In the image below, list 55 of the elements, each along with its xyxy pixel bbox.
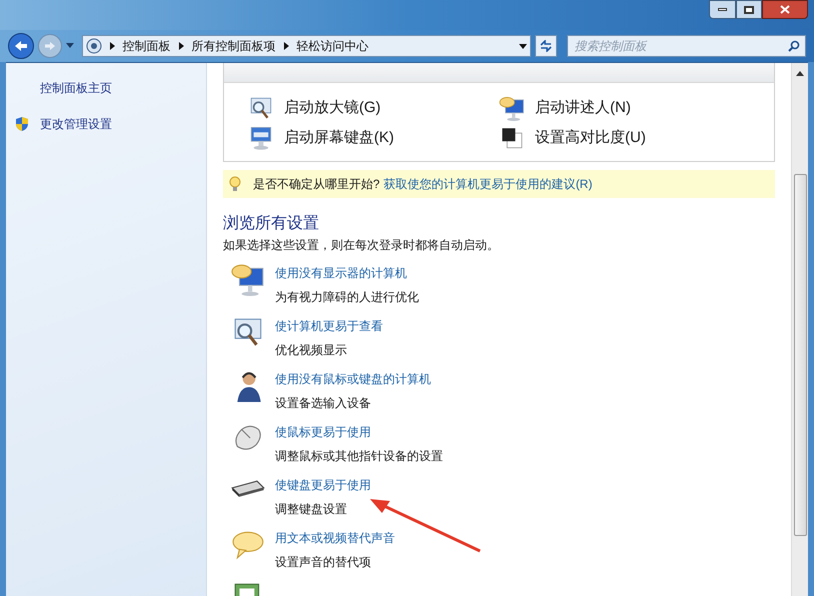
setting-description: 调整鼠标或其他指针设备的设置 — [275, 448, 443, 465]
maximize-button[interactable] — [736, 0, 762, 19]
address-dropdown-icon[interactable] — [519, 44, 528, 48]
setting-link[interactable]: 用文本或视频替代声音 — [275, 529, 395, 547]
forward-arrow-icon — [44, 41, 56, 51]
close-icon — [780, 5, 790, 14]
shield-icon — [14, 116, 30, 132]
refresh-button[interactable] — [535, 35, 558, 57]
tip-link[interactable]: 获取使您的计算机更易于使用的建议(R) — [384, 175, 592, 193]
scrollbar-thumb[interactable] — [794, 174, 806, 536]
scrollbar[interactable] — [791, 63, 808, 596]
scroll-up-icon[interactable] — [796, 71, 804, 76]
history-dropdown-icon[interactable] — [66, 43, 74, 49]
quick-access-link[interactable]: 启动讲述人(N) — [535, 96, 631, 120]
maximize-icon — [744, 6, 754, 14]
setting-description: 设置备选输入设备 — [275, 395, 372, 412]
setting-link[interactable]: 使用没有显示器的计算机 — [275, 264, 419, 282]
breadcrumb-item[interactable]: 轻松访问中心 — [296, 37, 369, 55]
breadcrumb-chevron-icon[interactable] — [110, 42, 115, 50]
sidebar-link[interactable]: 更改管理设置 — [40, 115, 112, 133]
back-button[interactable] — [8, 33, 34, 59]
monitor-speech-bubble-icon — [231, 262, 265, 296]
breadcrumb-item[interactable]: 所有控制面板项 — [192, 37, 276, 55]
search-field[interactable]: 搜索控制面板 — [567, 35, 806, 57]
control-panel-icon — [86, 38, 102, 54]
monitor-speech-bubble-icon — [499, 95, 525, 121]
lightbulb-icon — [229, 176, 241, 192]
sidebar-link[interactable]: 控制面板主页 — [40, 79, 112, 97]
minimize-button[interactable] — [709, 0, 736, 19]
magnifier-icon — [248, 95, 274, 121]
quick-access-link[interactable]: 启动放大镜(G) — [284, 96, 381, 120]
setting-description: 为有视力障碍的人进行优化 — [275, 289, 419, 306]
section-heading: 浏览所有设置 — [223, 214, 320, 234]
keyboard-icon — [231, 480, 265, 498]
setting-description: 调整键盘设置 — [275, 501, 348, 518]
address-bar[interactable]: 控制面板 所有控制面板项 轻松访问中心 — [82, 35, 532, 57]
monitor-keyboard-icon — [248, 125, 274, 151]
breadcrumb-item[interactable]: 控制面板 — [122, 37, 171, 55]
setting-link[interactable]: 使鼠标更易于使用 — [275, 423, 443, 441]
search-icon — [788, 40, 800, 52]
refresh-icon — [539, 40, 554, 52]
quick-access-link[interactable]: 设置高对比度(U) — [535, 126, 646, 150]
tip-question: 是否不确定从哪里开始? — [253, 176, 380, 193]
back-arrow-icon — [14, 40, 28, 52]
setting-description: 设置声音的替代项 — [275, 554, 372, 571]
breadcrumb-chevron-icon[interactable] — [284, 42, 289, 50]
setting-link[interactable]: 使计算机更易于查看 — [275, 317, 383, 335]
close-button[interactable] — [762, 0, 808, 19]
setting-link[interactable]: 使用没有鼠标或键盘的计算机 — [275, 370, 431, 388]
breadcrumb-chevron-icon[interactable] — [178, 42, 184, 50]
setting-description: 优化视频显示 — [275, 342, 348, 359]
minimize-icon — [718, 8, 727, 11]
quick-access-link[interactable]: 启动屏幕键盘(K) — [284, 126, 394, 150]
section-description: 如果选择这些设置，则在每次登录时都将自动启动。 — [223, 237, 500, 254]
setting-link[interactable]: 使键盘更易于使用 — [275, 476, 371, 494]
